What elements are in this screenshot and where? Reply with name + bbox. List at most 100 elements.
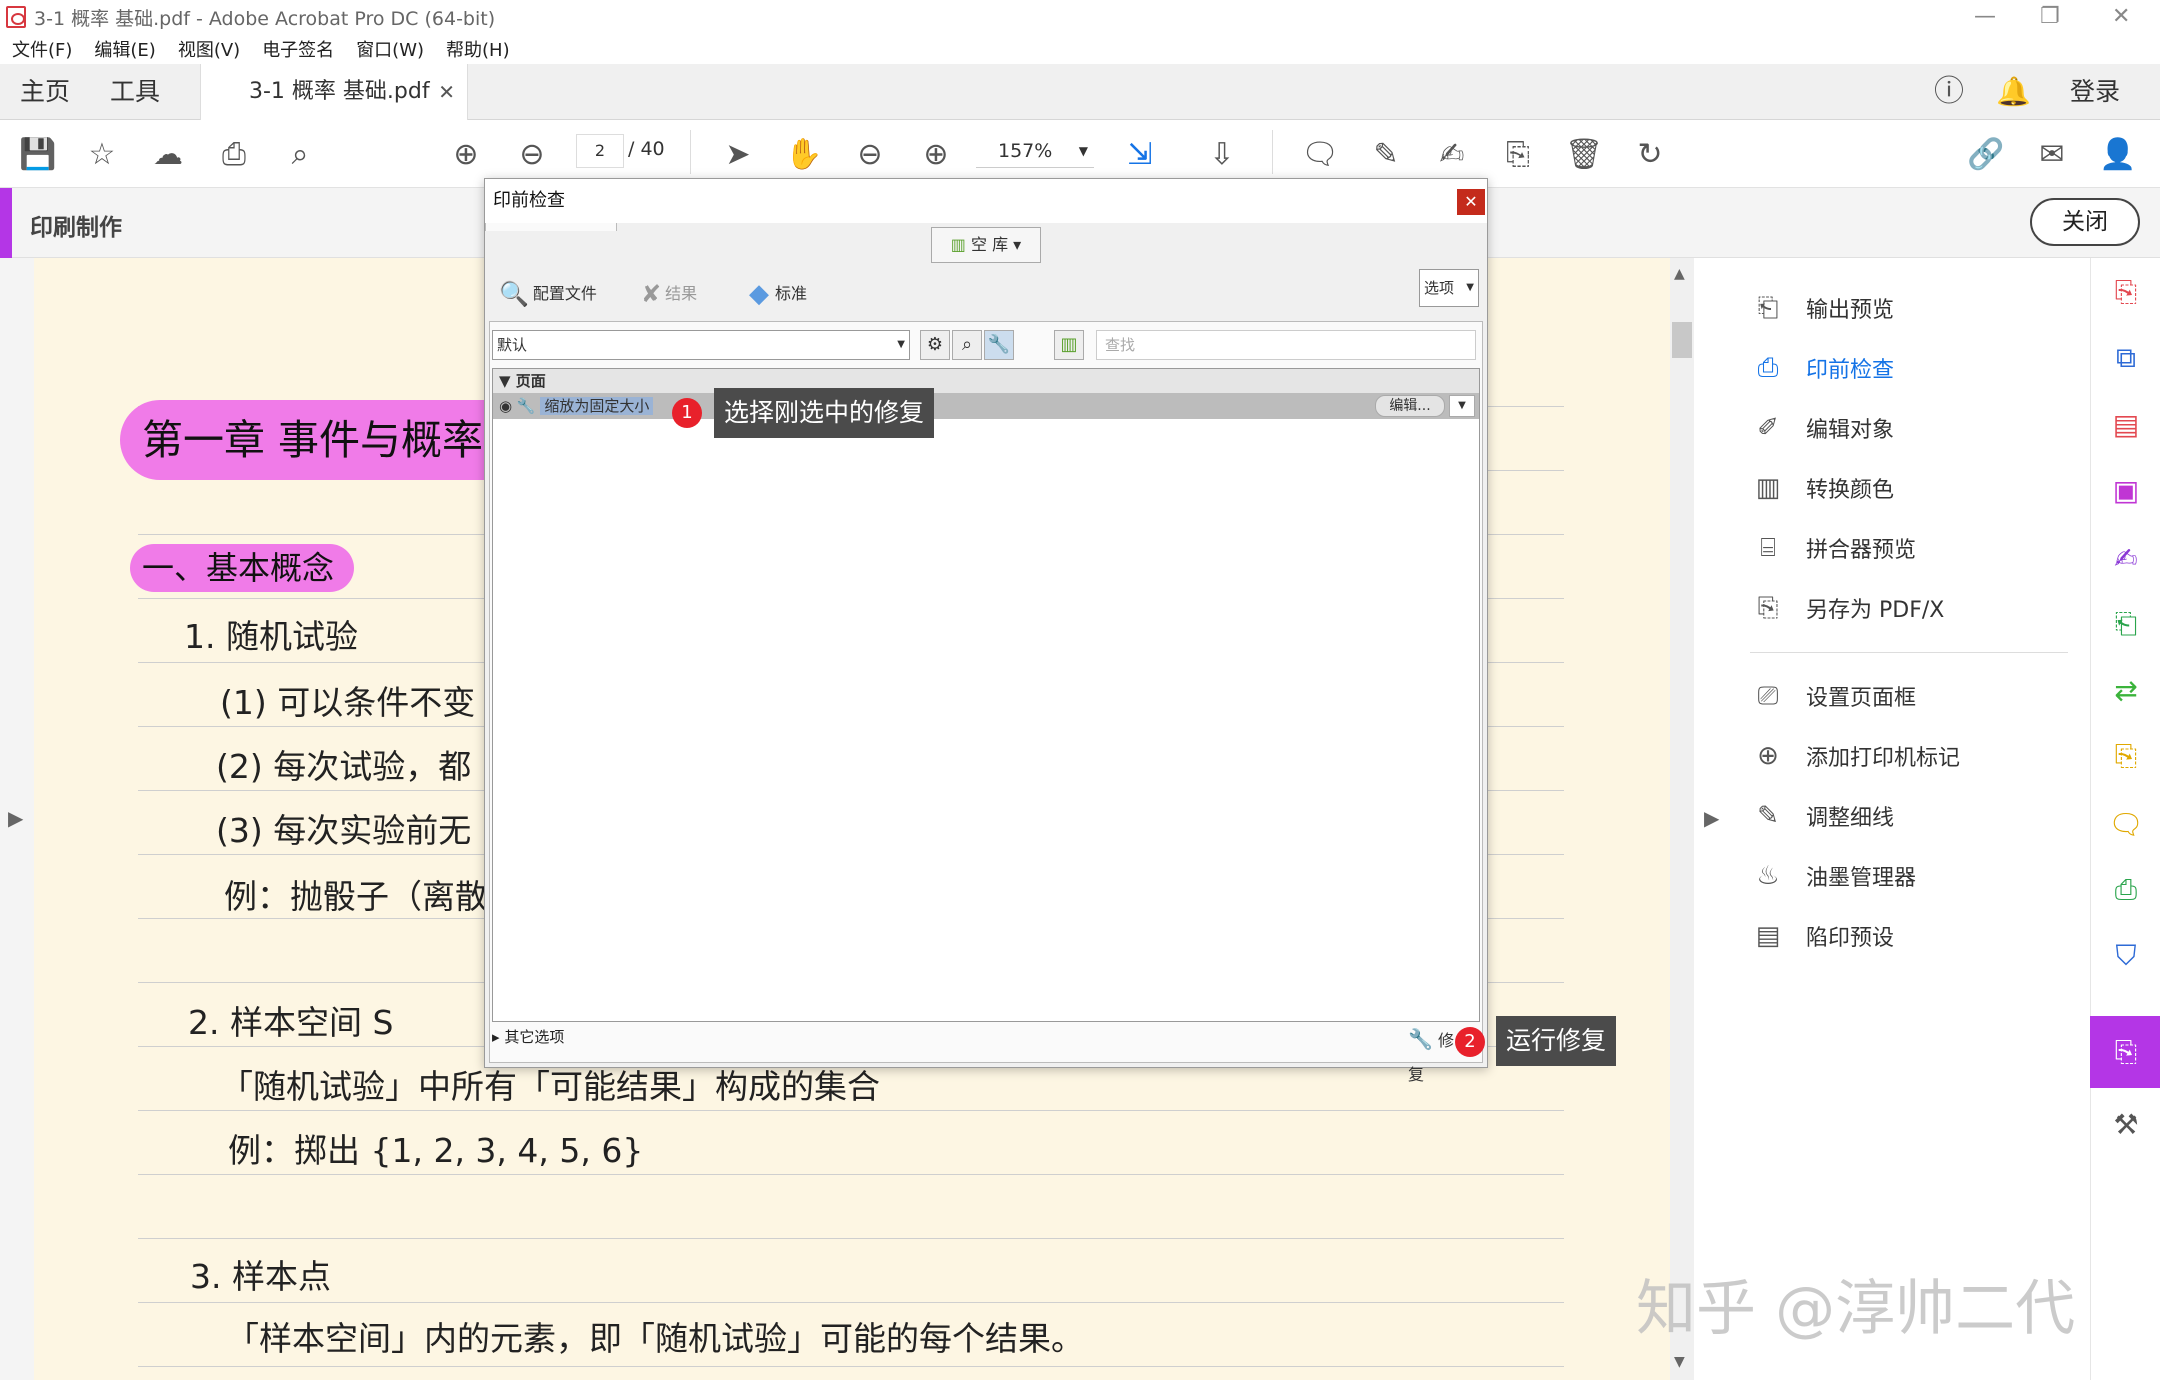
other-options-toggle[interactable]: ▸ 其它选项 <box>492 1026 564 1047</box>
scroll-down-icon[interactable]: ▼ <box>1674 1354 1685 1370</box>
tab-profiles-content[interactable]: 🔍 配置文件 <box>499 271 597 317</box>
fixup-row[interactable]: ◉ 🔧 缩放为固定大小 编辑... ▼ <box>493 393 1479 419</box>
mail-icon[interactable]: ✉ <box>2030 132 2074 176</box>
more-tools-icon[interactable]: ⚒ <box>2108 1106 2144 1142</box>
save-icon[interactable]: 💾 <box>16 132 60 176</box>
menu-esign[interactable]: 电子签名 <box>262 36 334 62</box>
save-as-pdfx-item[interactable]: ⎘ 另存为 PDF/X <box>1750 592 1945 624</box>
tab-home[interactable]: 主页 <box>20 64 70 120</box>
print-tool-icon[interactable]: ⎙ <box>2108 872 2144 908</box>
login-link[interactable]: 登录 <box>2070 64 2120 120</box>
help-icon[interactable]: ⓘ <box>1934 64 1964 120</box>
ink-manager-item[interactable]: ♨ 油墨管理器 <box>1750 860 1916 892</box>
tab-tools[interactable]: 工具 <box>110 64 160 120</box>
library-dropdown[interactable]: ▥ 空 库 ▾ <box>931 227 1041 263</box>
tab-document[interactable]: 3-1 概率 基础.pdf ✕ <box>200 64 468 120</box>
stamp-icon[interactable]: ⎘ <box>1496 132 1540 176</box>
flattener-label: 拼合器预览 <box>1806 538 1917 563</box>
menu-edit[interactable]: 编辑(E) <box>94 36 155 62</box>
profile-select[interactable]: 默认 ▼ <box>492 330 910 360</box>
create-pdf-icon[interactable]: ⎘ <box>2108 274 2144 310</box>
options-dropdown[interactable]: 选项 ▼ <box>1419 269 1479 307</box>
zoom-in-icon[interactable]: ⊕ <box>914 132 958 176</box>
bell-icon[interactable]: 🔔 <box>1996 64 2031 120</box>
right-panel-toggle-icon[interactable]: ▶ <box>1704 806 1719 830</box>
trash-icon[interactable]: 🗑 <box>1562 132 1606 176</box>
page-down-icon[interactable]: ⊖ <box>510 132 554 176</box>
preflight-item[interactable]: ⎙ 印前检查 <box>1750 352 1894 384</box>
dialog-close-button[interactable]: ✕ <box>1457 189 1485 215</box>
group-header[interactable]: ▼ 页面 <box>493 369 1479 393</box>
comment-tool-icon[interactable]: 🗨 <box>2108 806 2144 842</box>
output-preview-item[interactable]: ⎗ 输出预览 <box>1750 292 1894 324</box>
close-window-icon[interactable]: ✕ <box>2112 4 2130 29</box>
fill-sign-icon[interactable]: ✍ <box>2108 540 2144 576</box>
organize-pages-icon[interactable]: ▤ <box>2108 406 2144 442</box>
fixup-filter-icon[interactable]: 🔧 <box>984 330 1014 360</box>
edit-object-item[interactable]: ✐ 编辑对象 <box>1750 412 1894 444</box>
output-preview-label: 输出预览 <box>1806 298 1895 323</box>
edit-object-label: 编辑对象 <box>1806 418 1895 443</box>
analyze-icon[interactable]: ⌕ <box>952 330 982 360</box>
edit-button[interactable]: 编辑... <box>1375 395 1445 417</box>
select-arrow-icon[interactable]: ➤ <box>716 132 760 176</box>
library-filter-icon[interactable]: ▥ <box>1054 330 1084 360</box>
search-icon[interactable]: ⌕ <box>278 132 322 176</box>
highlight-pen-icon[interactable]: ✎ <box>1364 132 1408 176</box>
menu-help[interactable]: 帮助(H) <box>446 36 510 62</box>
tab-standards[interactable]: ◆ 标准 <box>749 271 807 317</box>
share-user-icon[interactable]: 👤 <box>2096 132 2140 176</box>
doc-line: 3. 样本点 <box>190 1257 331 1296</box>
scrollbar-thumb[interactable] <box>1672 322 1692 358</box>
print-icon[interactable]: ⎙ <box>212 132 256 176</box>
star-icon[interactable]: ☆ <box>80 132 124 176</box>
minimize-icon[interactable]: — <box>1974 4 1996 29</box>
close-tab-icon[interactable]: ✕ <box>438 64 455 120</box>
results-icon: ✘ <box>641 280 662 308</box>
scroll-mode-icon[interactable]: ⇩ <box>1200 132 1244 176</box>
left-panel-toggle-icon[interactable]: ▶ <box>8 806 23 830</box>
title-bar: 3-1 概率 基础.pdf - Adobe Acrobat Pro DC (64… <box>0 0 2160 34</box>
hand-icon[interactable]: ✋ <box>782 132 826 176</box>
zoom-out-icon[interactable]: ⊖ <box>848 132 892 176</box>
menu-file[interactable]: 文件(F) <box>12 36 72 62</box>
row-dropdown[interactable]: ▼ <box>1449 395 1475 417</box>
fix-hairlines-item[interactable]: ✎ 调整细线 <box>1750 800 1894 832</box>
trap-presets-item[interactable]: ▤ 陷印预设 <box>1750 920 1894 952</box>
print-production-icon[interactable]: ⎘ <box>2108 1034 2144 1070</box>
printer-marks-item[interactable]: ⊕ 添加打印机标记 <box>1750 740 1960 772</box>
fit-page-icon[interactable]: ⇲ <box>1118 132 1162 176</box>
page-up-icon[interactable]: ⊕ <box>444 132 488 176</box>
other-options-label: 其它选项 <box>504 1028 565 1046</box>
send-comments-icon[interactable]: ⎘ <box>2108 738 2144 774</box>
protect-icon[interactable]: ⛉ <box>2108 938 2144 974</box>
restore-icon[interactable]: ❐ <box>2040 4 2060 29</box>
page-number-input[interactable]: 2 <box>576 134 624 168</box>
comment-icon[interactable]: 🗨 <box>1298 132 1342 176</box>
doc-line: 例：掷出 {1, 2, 3, 4, 5, 6} <box>228 1131 644 1170</box>
rotate-icon[interactable]: ↻ <box>1628 132 1672 176</box>
export-icon[interactable]: ⎗ <box>2108 606 2144 642</box>
preflight-label: 印前检查 <box>1806 358 1895 383</box>
chapter-heading: 第一章 事件与概率 <box>120 400 540 480</box>
menu-window[interactable]: 窗口(W) <box>356 36 424 62</box>
vertical-scrollbar[interactable]: ▲ ▼ <box>1670 258 1694 1380</box>
compare-icon[interactable]: ⇄ <box>2108 672 2144 708</box>
convert-colors-item[interactable]: ▥ 转换颜色 <box>1750 472 1894 504</box>
combine-files-icon[interactable]: ⧉ <box>2108 340 2144 376</box>
export-pdf-icon[interactable]: ▣ <box>2108 472 2144 508</box>
analyze-fix-icon[interactable]: ⚙ <box>920 330 950 360</box>
upload-cloud-icon[interactable]: ☁ <box>146 132 190 176</box>
close-button[interactable]: 关闭 <box>2030 198 2140 246</box>
search-input[interactable]: 查找 <box>1096 330 1476 360</box>
tab-results[interactable]: ✘ 结果 <box>641 271 697 317</box>
link-icon[interactable]: 🔗 <box>1964 132 2008 176</box>
set-page-boxes-item[interactable]: ⎚ 设置页面框 <box>1750 680 1916 712</box>
flattener-preview-item[interactable]: ⌸ 拼合器预览 <box>1750 532 1916 564</box>
scroll-up-icon[interactable]: ▲ <box>1674 266 1685 282</box>
step-marker-2: 2 <box>1455 1027 1485 1057</box>
fix-wrench-icon: 🔧 <box>1408 1027 1433 1051</box>
sign-icon[interactable]: ✍ <box>1430 132 1474 176</box>
menu-view[interactable]: 视图(V) <box>178 36 240 62</box>
zoom-level-select[interactable]: 157% ▼ <box>976 134 1094 168</box>
